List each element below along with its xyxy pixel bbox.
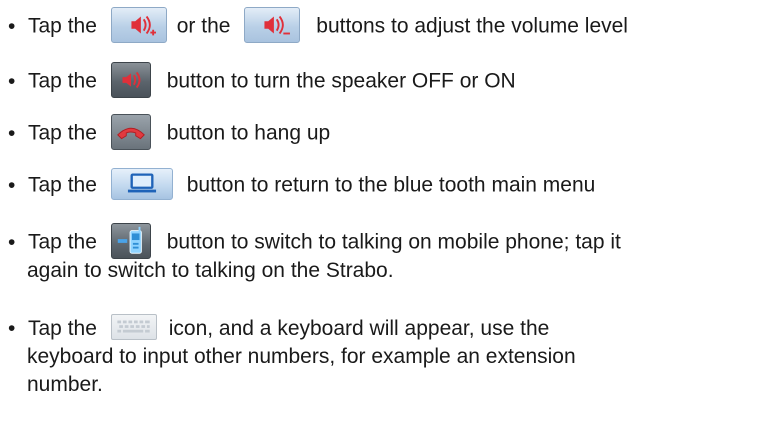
item-text: Tap the xyxy=(28,69,97,93)
speaker-toggle-icon xyxy=(110,62,151,98)
item-text: Tap the xyxy=(28,173,97,197)
item-text: Tap the xyxy=(28,14,97,38)
item-text: button to turn the speaker OFF or ON xyxy=(166,69,516,93)
bluetooth-main-menu-icon xyxy=(110,168,173,200)
list-item: • Tap the icon, and a keyboard will appea… xyxy=(8,314,550,342)
list-item: • Tap the button to turn the speaker OFF … xyxy=(8,62,516,100)
bullet: • xyxy=(8,69,16,93)
instruction-page: • Tap the or the buttons to adjust the vo… xyxy=(0,0,767,434)
item-text: or the xyxy=(176,14,231,38)
item-continuation: again to switch to talking on the Strabo… xyxy=(27,259,394,282)
item-text: buttons to adjust the volume level xyxy=(316,14,628,38)
bullet: • xyxy=(8,317,16,340)
bullet: • xyxy=(8,14,16,38)
item-continuation: number. xyxy=(27,373,103,396)
item-text: button to return to the blue tooth main … xyxy=(186,173,596,197)
list-item: • Tap the or the buttons to adjust the vo… xyxy=(8,7,628,45)
list-item: • Tap the button to switch to talking on … xyxy=(8,223,621,261)
item-text: icon, and a keyboard will appear, use th… xyxy=(168,317,550,340)
bullet: • xyxy=(8,173,16,197)
item-text: button to hang up xyxy=(166,121,331,145)
volume-down-icon xyxy=(244,7,301,43)
list-item: • Tap the button to return to the blue to… xyxy=(8,168,596,202)
volume-up-icon xyxy=(110,7,167,43)
item-continuation: keyboard to input other numbers, for exa… xyxy=(27,345,576,368)
bullet: • xyxy=(8,121,16,145)
mobile-phone-icon xyxy=(110,223,151,259)
bullet: • xyxy=(8,230,16,254)
list-item: • Tap the button to hang up xyxy=(8,114,331,152)
item-text: Tap the xyxy=(28,317,97,340)
keyboard-icon xyxy=(110,314,157,341)
hang-up-icon xyxy=(110,114,151,150)
item-text: Tap the xyxy=(28,121,97,145)
item-text: Tap the xyxy=(28,230,97,254)
item-text: button to switch to talking on mobile ph… xyxy=(166,230,621,254)
